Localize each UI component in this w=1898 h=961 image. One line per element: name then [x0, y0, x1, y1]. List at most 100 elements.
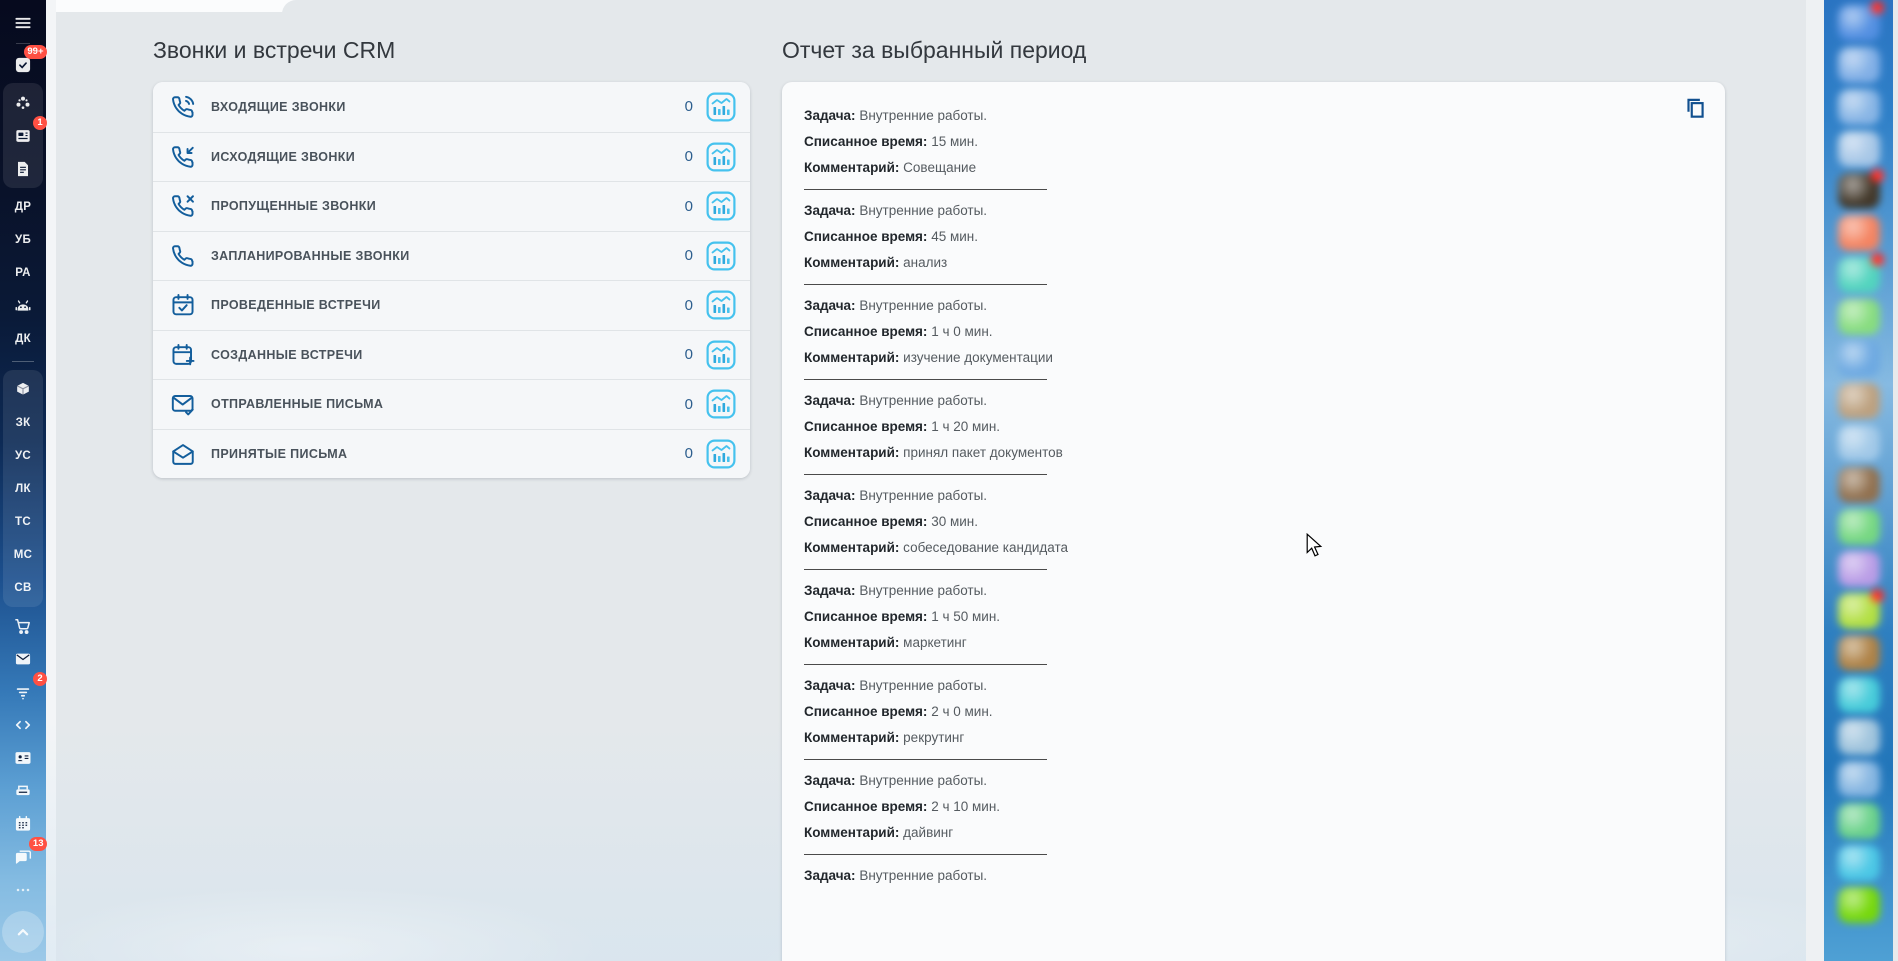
- calendar-check-icon: [170, 292, 196, 318]
- report-entry: Задача: Внутренние работы. Списанное врем…: [804, 678, 1685, 760]
- dock-app-icon[interactable]: [1837, 551, 1880, 587]
- entry-time: Списанное время: 2 ч 10 мин.: [804, 799, 1001, 814]
- copy-icon[interactable]: [1682, 95, 1708, 121]
- chart-icon[interactable]: [706, 191, 736, 221]
- cart-icon: [13, 616, 33, 636]
- chart-icon[interactable]: [706, 241, 736, 271]
- sidebar-item-filter[interactable]: 2: [3, 672, 47, 708]
- entry-task: Задача: Внутренние работы.: [804, 393, 988, 408]
- dock-app-icon[interactable]: [1837, 761, 1880, 797]
- sidebar-item-robot[interactable]: [3, 289, 43, 322]
- sidebar-item-mail[interactable]: [3, 642, 43, 675]
- entry-time: Списанное время: 15 мин.: [804, 134, 978, 149]
- chart-icon[interactable]: [706, 142, 736, 172]
- report-entry: Задача: Внутренние работы. Списанное врем…: [804, 488, 1685, 570]
- crm-metric-row[interactable]: ПРОПУЩЕННЫЕ ЗВОНКИ 0: [153, 181, 750, 231]
- dock-app-icon[interactable]: [1837, 215, 1880, 251]
- sidebar-item-contacts[interactable]: [3, 741, 43, 774]
- entry-divider: [804, 569, 1047, 570]
- dock-app-icon[interactable]: [1837, 635, 1880, 671]
- phone-incoming-icon: [170, 94, 196, 120]
- sidebar-item-calendar[interactable]: [3, 807, 43, 840]
- dock-app-icon[interactable]: [1837, 845, 1880, 881]
- chart-icon[interactable]: [706, 340, 736, 370]
- sidebar-item-label: ДР: [14, 200, 32, 213]
- crm-metric-row[interactable]: ОТПРАВЛЕННЫЕ ПИСЬМА 0: [153, 379, 750, 429]
- page-scrollbar-track[interactable]: [1806, 0, 1824, 961]
- sidebar-item-tasks[interactable]: 99+: [3, 45, 47, 81]
- sidebar-item-dr[interactable]: ДР: [3, 190, 43, 223]
- sidebar-item-news[interactable]: 1: [3, 116, 47, 152]
- dock-app-icon[interactable]: [1837, 131, 1880, 167]
- dock-app-icon[interactable]: [1837, 383, 1880, 419]
- sidebar-item-drive[interactable]: [3, 774, 43, 807]
- sidebar-item-code[interactable]: [3, 708, 43, 741]
- scroll-to-top-button[interactable]: [2, 911, 44, 953]
- sidebar-item-ts[interactable]: ТС: [3, 505, 43, 538]
- dock-app-icon[interactable]: [1837, 1, 1884, 41]
- entry-comment: Комментарий: Совещание: [804, 160, 977, 175]
- sidebar-item-ra[interactable]: РА: [3, 256, 43, 289]
- chart-icon[interactable]: [706, 439, 736, 469]
- sidebar-item-chat[interactable]: 13: [3, 837, 47, 873]
- crm-metric-row[interactable]: ВХОДЯЩИЕ ЗВОНКИ 0: [153, 82, 750, 132]
- entry-comment: Комментарий: рекрутинг: [804, 730, 965, 745]
- dock-app-icon[interactable]: [1837, 719, 1880, 755]
- sidebar-item-more[interactable]: [3, 873, 43, 906]
- sidebar-item-ms[interactable]: МС: [3, 538, 43, 571]
- dock-app-icon[interactable]: [1837, 589, 1884, 629]
- chart-icon[interactable]: [706, 389, 736, 419]
- dock-app-icon[interactable]: [1837, 467, 1880, 503]
- crm-metric-row[interactable]: ИСХОДЯЩИЕ ЗВОНКИ 0: [153, 131, 750, 181]
- news-icon: [13, 126, 33, 146]
- crm-metrics-card: ВХОДЯЩИЕ ЗВОНКИ 0 ИСХОДЯЩИЕ ЗВОНКИ 0 ПРО…: [153, 82, 750, 478]
- chart-icon[interactable]: [706, 92, 736, 122]
- sidebar-item-lk[interactable]: ЛК: [3, 472, 43, 505]
- dock-app-icon[interactable]: [1837, 677, 1880, 713]
- document-icon: [13, 159, 33, 179]
- dock-app-icon[interactable]: [1837, 299, 1880, 335]
- entry-comment: Комментарий: анализ: [804, 255, 948, 270]
- dock-app-icon[interactable]: [1837, 47, 1880, 83]
- entry-divider: [804, 379, 1047, 380]
- entry-task: Задача: Внутренние работы.: [804, 298, 988, 313]
- sidebar-item-us[interactable]: УС: [3, 439, 43, 472]
- sidebar-item-menu[interactable]: [3, 6, 43, 39]
- entry-time: Списанное время: 1 ч 0 мин.: [804, 324, 993, 339]
- dock-app-icon[interactable]: [1837, 169, 1884, 209]
- dock-app-icon[interactable]: [1837, 341, 1880, 377]
- sidebar-item-sv[interactable]: СВ: [3, 571, 43, 604]
- crm-metric-row[interactable]: ПРОВЕДЕННЫЕ ВСТРЕЧИ 0: [153, 280, 750, 330]
- crm-metric-row[interactable]: ПРИНЯТЫЕ ПИСЬМА 0: [153, 428, 750, 478]
- sidebar-item-dk[interactable]: ДК: [3, 322, 43, 355]
- dock-app-icon[interactable]: [1837, 89, 1880, 125]
- box-icon: [13, 380, 33, 400]
- dock-app-icon[interactable]: [1837, 253, 1884, 293]
- chart-icon[interactable]: [706, 290, 736, 320]
- report-entry: Задача: Внутренние работы.: [804, 868, 1685, 884]
- sidebar-item-ub[interactable]: УБ: [3, 223, 43, 256]
- entry-comment: Комментарий: дайвинг: [804, 825, 954, 840]
- contact-card-icon: [13, 748, 33, 768]
- crm-metric-label: ВХОДЯЩИЕ ЗВОНКИ: [211, 99, 346, 114]
- sidebar-item-cart[interactable]: [3, 609, 43, 642]
- notification-badge: 2: [33, 672, 47, 686]
- crm-metric-count: 0: [684, 197, 693, 215]
- crm-metric-row[interactable]: СОЗДАННЫЕ ВСТРЕЧИ 0: [153, 329, 750, 379]
- dock-app-icon[interactable]: [1837, 509, 1880, 545]
- dock-app-icon[interactable]: [1837, 887, 1880, 923]
- dock-app-icon[interactable]: [1837, 803, 1880, 839]
- entry-divider: [804, 189, 1047, 190]
- sidebar-item-box[interactable]: [3, 373, 43, 406]
- code-icon: [13, 715, 33, 735]
- sidebar-item-zk[interactable]: ЗК: [3, 406, 43, 439]
- sidebar-item-document[interactable]: [3, 152, 43, 185]
- dock-app-icon[interactable]: [1837, 425, 1880, 461]
- calendar-icon: [13, 814, 33, 834]
- page-top-strip: [56, 0, 296, 12]
- drive-icon: [13, 781, 33, 801]
- sidebar-item-network[interactable]: [3, 86, 43, 119]
- chevron-up-icon: [12, 921, 34, 943]
- entry-task: Задача: Внутренние работы.: [804, 773, 988, 788]
- crm-metric-row[interactable]: ЗАПЛАНИРОВАННЫЕ ЗВОНКИ 0: [153, 230, 750, 280]
